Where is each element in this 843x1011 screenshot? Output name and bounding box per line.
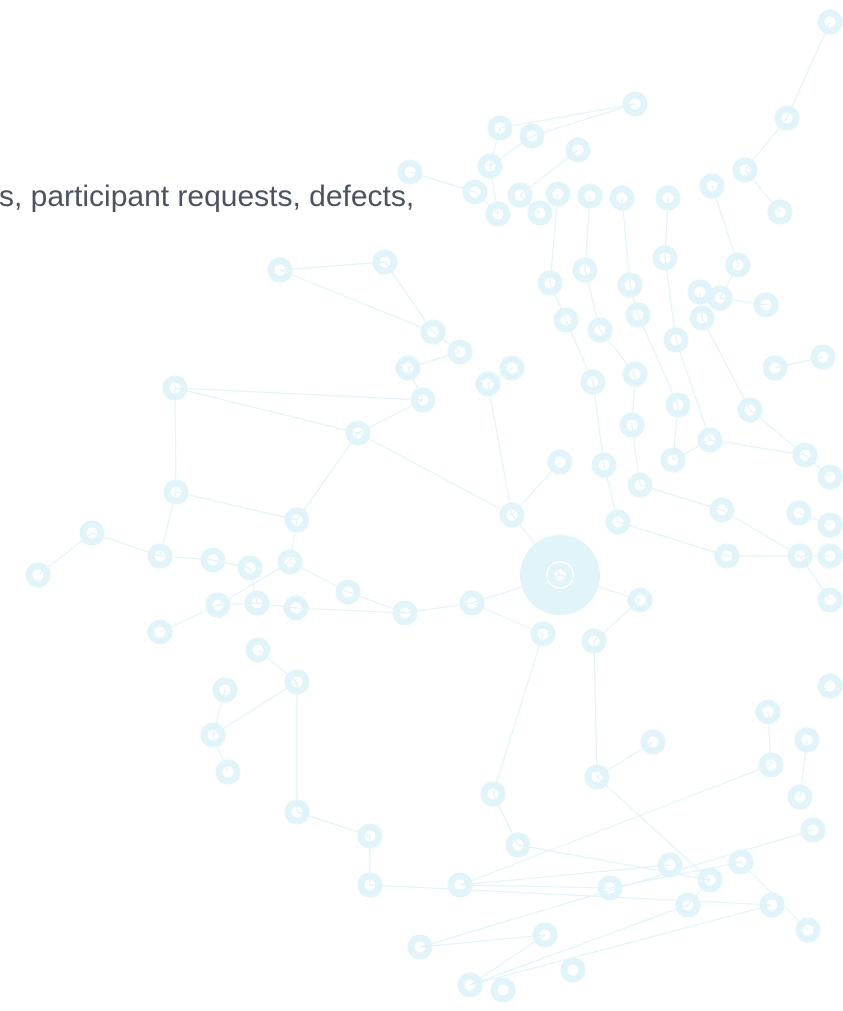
network-edge [701,317,751,411]
network-edge [709,439,806,456]
network-edge [699,291,703,319]
network-edge [296,432,359,521]
body-text-line: s, participant requests, defects, [0,180,415,213]
network-edge [469,934,546,986]
network-edge [617,521,728,557]
network-edge [487,383,513,516]
network-edge [459,884,611,889]
network-edge [212,681,298,736]
network-edge [786,21,831,119]
network-edge [175,491,298,521]
network-edge [639,484,723,511]
network-edge [295,607,406,614]
network-edge [593,640,598,778]
network-edge [596,776,711,881]
network-edge [621,197,631,286]
network-edge [492,633,544,795]
network-edge [549,193,559,284]
network-node [490,977,516,1003]
network-edge [675,339,711,441]
network-edge [279,269,434,333]
network-edge [357,432,513,516]
network-edge [279,261,386,271]
network-edge [174,387,177,493]
network-edge [459,764,772,886]
network-edge [592,381,605,466]
network-edge [174,387,424,401]
network-node [817,673,843,699]
network-graph-background [25,9,843,1003]
network-edge [384,261,434,333]
network-node [560,957,586,983]
network-edge [217,561,291,606]
network-edge [469,904,773,986]
slide-page: s, participant requests, defects, [0,0,843,1011]
network-edge [174,387,359,434]
